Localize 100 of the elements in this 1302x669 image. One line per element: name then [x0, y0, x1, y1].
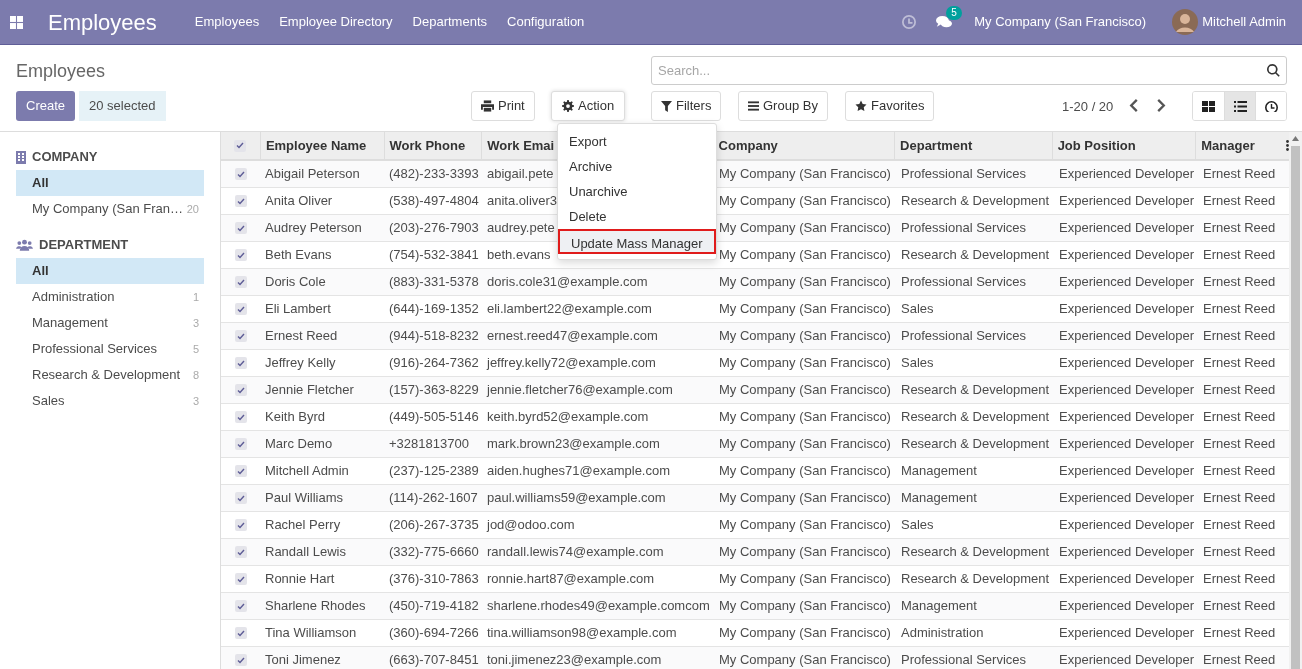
group-by-button[interactable]: Group By	[738, 91, 828, 121]
table-cell-text: randall.lewis74@example.com	[487, 543, 664, 562]
row-checkbox[interactable]	[235, 168, 247, 180]
row-checkbox[interactable]	[235, 384, 247, 396]
table-cell-text: ernest.reed47@example.com	[487, 327, 658, 346]
row-checkbox[interactable]	[235, 330, 247, 342]
table-cell-text: Paul Williams	[265, 489, 343, 508]
print-button[interactable]: Print	[471, 91, 535, 121]
row-checkbox[interactable]	[235, 573, 247, 585]
table-cell-text: Professional Services	[901, 327, 1026, 346]
filter-item[interactable]: Administration 1	[16, 284, 204, 310]
table-cell-text: eli.lambert22@example.com	[487, 300, 652, 319]
table-cell-text: My Company (San Francisco)	[719, 327, 891, 346]
company-switcher[interactable]: My Company (San Francisco)	[974, 12, 1147, 32]
table-cell-text: Experienced Developer	[1059, 354, 1195, 373]
avatar-icon[interactable]	[1172, 9, 1199, 35]
row-checkbox[interactable]	[235, 465, 247, 477]
table-cell-text: My Company (San Francisco)	[719, 543, 891, 562]
create-button[interactable]: Create	[16, 91, 76, 121]
row-checkbox[interactable]	[235, 654, 247, 666]
clock-icon	[1264, 100, 1278, 112]
view-switch-button[interactable]	[1224, 92, 1255, 120]
dropdown-item[interactable]: Archive	[558, 154, 716, 179]
row-checkbox[interactable]	[235, 357, 247, 369]
row-checkbox[interactable]	[235, 627, 247, 639]
dropdown-item[interactable]: Update Mass Manager	[558, 229, 716, 254]
table-cell-text: Ernest Reed	[1203, 570, 1276, 589]
check-icon	[236, 142, 245, 149]
table-cell-text: Jeffrey Kelly	[265, 354, 336, 373]
table-cell-text: Anita Oliver	[265, 192, 333, 211]
favorites-button[interactable]: Favorites	[845, 91, 935, 121]
table-cell-text: tina.williamson98@example.com	[487, 624, 677, 643]
check-icon	[237, 629, 245, 637]
action-button[interactable]: Action	[551, 91, 626, 121]
table-cell-text: (449)-505-5146	[389, 408, 479, 427]
table-cell-text: (376)-310-7863	[389, 570, 479, 589]
filters-button[interactable]: Filters	[651, 91, 722, 121]
table-cell-text: Ernest Reed	[1203, 408, 1276, 427]
check-icon	[237, 224, 245, 232]
table-cell-text: Rachel Perry	[265, 516, 341, 535]
filter-item[interactable]: Professional Services 5	[16, 336, 204, 362]
filter-item[interactable]: Management 3	[16, 310, 204, 336]
filter-item[interactable]: My Company (San Fran… 20	[16, 196, 204, 222]
item-count: 3	[192, 393, 199, 409]
menu-link[interactable]: Departments	[412, 12, 487, 32]
row-checkbox[interactable]	[235, 195, 247, 207]
table-cell-text: (883)-331-5378	[389, 273, 479, 292]
row-checkbox[interactable]	[235, 222, 247, 234]
printer-icon	[481, 100, 494, 112]
chevron-right-icon[interactable]	[1156, 99, 1166, 112]
column-header[interactable]: Employee Name	[260, 132, 385, 159]
check-icon	[237, 521, 245, 529]
row-checkbox[interactable]	[235, 438, 247, 450]
column-header[interactable]: Department	[895, 132, 1053, 159]
dropdown-item[interactable]: Unarchive	[558, 179, 716, 204]
table-cell-text: doris.cole31@example.com	[487, 273, 648, 292]
column-header[interactable]: Manager	[1196, 132, 1286, 159]
filter-item[interactable]: All	[16, 258, 204, 284]
table-cell-text: Management	[901, 489, 977, 508]
row-checkbox[interactable]	[235, 411, 247, 423]
search-field[interactable]: Search...	[651, 56, 1287, 85]
filter-item[interactable]: Sales 3	[16, 388, 204, 414]
row-checkbox[interactable]	[235, 546, 247, 558]
row-checkbox[interactable]	[235, 519, 247, 531]
row-checkbox[interactable]	[235, 492, 247, 504]
kebab-menu-icon[interactable]	[1286, 140, 1289, 151]
row-checkbox[interactable]	[235, 249, 247, 261]
table-cell-text: (644)-169-1352	[389, 300, 479, 319]
view-switch-button[interactable]	[1255, 92, 1286, 120]
user-menu[interactable]: Mitchell Admin	[1202, 12, 1286, 32]
filter-icon	[661, 100, 672, 112]
menu-link[interactable]: Configuration	[507, 12, 585, 32]
column-header[interactable]: Work Phone	[384, 132, 483, 159]
row-checkbox[interactable]	[235, 276, 247, 288]
filter-item[interactable]: All	[16, 170, 204, 196]
row-checkbox[interactable]	[235, 303, 247, 315]
menu-link[interactable]: Employees	[194, 12, 260, 32]
table-cell-text: Experienced Developer	[1059, 327, 1195, 346]
table-cell-text: Ernest Reed	[1203, 273, 1276, 292]
table-cell-text: (114)-262-1607	[389, 489, 478, 508]
row-checkbox[interactable]	[234, 139, 247, 152]
chat-icon[interactable]	[936, 15, 953, 29]
gear-icon	[562, 100, 574, 112]
table-cell-text: Mitchell Admin	[265, 462, 349, 481]
menu-link[interactable]: Employee Directory	[279, 12, 393, 32]
table-cell-text: (203)-276-7903	[389, 219, 479, 238]
table-cell-text: Sharlene Rhodes	[265, 597, 366, 616]
scrollbar[interactable]	[1289, 132, 1302, 669]
column-header[interactable]: Job Position	[1052, 132, 1197, 159]
dropdown-item[interactable]: Export	[558, 129, 716, 154]
apps-menu-icon[interactable]	[10, 15, 23, 29]
filter-item[interactable]: Research & Development 8	[16, 362, 204, 388]
check-icon	[237, 197, 245, 205]
search-icon[interactable]	[1267, 64, 1280, 77]
dropdown-item[interactable]: Delete	[558, 204, 716, 229]
view-switcher[interactable]	[1192, 91, 1287, 121]
table-cell-text: My Company (San Francisco)	[719, 192, 891, 211]
chevron-left-icon[interactable]	[1129, 99, 1139, 112]
row-checkbox[interactable]	[235, 600, 247, 612]
table-cell-text: My Company (San Francisco)	[719, 219, 891, 238]
